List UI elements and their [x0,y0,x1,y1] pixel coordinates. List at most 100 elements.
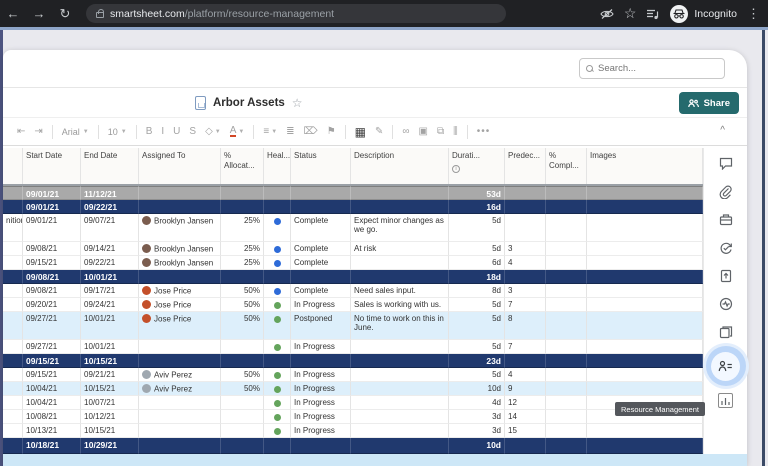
cell-start-date[interactable]: 10/13/21 [23,424,81,438]
cell-duration[interactable]: 18d [449,270,505,284]
cell-predecessor[interactable]: 7 [505,340,546,354]
update-requests-icon[interactable] [718,240,733,255]
cell-images[interactable] [587,382,703,396]
browser-menu-icon[interactable]: ⋮ [747,6,760,22]
cell-duration[interactable]: 10d [449,382,505,396]
column-header-status[interactable]: Status [291,148,351,184]
cell-start-date[interactable]: 10/08/21 [23,410,81,424]
cell-images[interactable] [587,368,703,382]
column-header-alloc[interactable]: % Allocat... [221,148,264,184]
cell-start-date[interactable]: 09/08/21 [23,284,81,298]
cell-end-date[interactable]: 10/15/21 [81,382,139,396]
address-bar[interactable]: smartsheet.com/platform/resource-managem… [86,4,506,23]
cell-task[interactable] [3,242,23,256]
cell-end-date[interactable]: 09/17/21 [81,284,139,298]
cell-start-date[interactable]: 10/18/21 [23,438,81,454]
collapse-toolbar-icon[interactable]: ^ [720,125,725,136]
font-family-select[interactable]: Arial▼ [62,127,89,137]
share-button[interactable]: Share [679,92,739,114]
cell-duration[interactable]: 8d [449,284,505,298]
fill-color-icon[interactable]: ◇▼ [205,126,221,137]
search-box[interactable] [579,58,725,79]
back-icon[interactable]: ← [0,6,26,21]
cell-task[interactable] [3,270,23,284]
insert-image-icon[interactable]: ▣ [419,126,428,137]
cell-end-date[interactable]: 09/22/21 [81,256,139,270]
cell-assigned-to[interactable] [139,340,221,354]
cell-percent-complete[interactable] [546,214,587,242]
cell-images[interactable] [587,256,703,270]
cell-assigned-to[interactable] [139,354,221,368]
forward-icon[interactable]: → [26,6,52,21]
column-header-task[interactable] [3,148,23,184]
cell-start-date[interactable]: 09/15/21 [23,256,81,270]
cell-allocation[interactable]: 50% [221,382,264,396]
cell-duration[interactable]: 6d [449,256,505,270]
cell-description[interactable]: Need sales input. [351,284,449,298]
cell-allocation[interactable] [221,270,264,284]
cell-percent-complete[interactable] [546,242,587,256]
cell-allocation[interactable]: 25% [221,242,264,256]
underline-button[interactable]: U [173,126,180,137]
cell-duration[interactable]: 10d [449,438,505,454]
cell-task[interactable] [3,410,23,424]
cell-images[interactable] [587,438,703,454]
cell-percent-complete[interactable] [546,368,587,382]
cell-task[interactable] [3,186,23,200]
cell-start-date[interactable]: 10/04/21 [23,396,81,410]
cell-end-date[interactable]: 10/07/21 [81,396,139,410]
column-header-assigned[interactable]: Assigned To [139,148,221,184]
cell-predecessor[interactable] [505,186,546,200]
cell-health[interactable] [264,270,291,284]
table-row[interactable]: 10/13/2110/15/21In Progress3d15 [3,424,703,438]
indent-icon[interactable]: ⇥ [34,126,42,137]
cell-assigned-to[interactable] [139,186,221,200]
cell-start-date[interactable]: 09/01/21 [23,200,81,214]
cell-predecessor[interactable]: 3 [505,284,546,298]
cell-percent-complete[interactable] [546,354,587,368]
grid-view-icon[interactable]: ▦ [355,125,366,139]
cell-health[interactable] [264,200,291,214]
cell-description[interactable]: No time to work on this in June. [351,312,449,340]
cell-assigned-to[interactable]: Aviv Perez [139,368,221,382]
cell-assigned-to[interactable]: Jose Price [139,298,221,312]
cell-assigned-to[interactable] [139,200,221,214]
cell-task[interactable] [3,340,23,354]
cell-percent-complete[interactable] [546,438,587,454]
cell-health[interactable] [264,214,291,242]
cell-task[interactable]: nition [3,214,23,242]
cell-end-date[interactable]: 09/24/21 [81,298,139,312]
cell-status[interactable] [291,200,351,214]
cell-health[interactable] [264,368,291,382]
cell-task[interactable] [3,438,23,454]
cell-predecessor[interactable]: 4 [505,256,546,270]
cell-allocation[interactable]: 50% [221,368,264,382]
table-row[interactable]: 10/18/2110/29/2110d [3,438,703,454]
cell-percent-complete[interactable] [546,396,587,410]
cell-status[interactable]: In Progress [291,424,351,438]
cell-end-date[interactable]: 09/21/21 [81,368,139,382]
cell-end-date[interactable]: 10/01/21 [81,270,139,284]
cell-percent-complete[interactable] [546,270,587,284]
cell-images[interactable] [587,284,703,298]
cell-status[interactable]: Complete [291,242,351,256]
cell-allocation[interactable] [221,438,264,454]
cell-task[interactable] [3,424,23,438]
cell-allocation[interactable] [221,354,264,368]
cell-assigned-to[interactable] [139,410,221,424]
cell-duration[interactable]: 23d [449,354,505,368]
cell-images[interactable] [587,200,703,214]
cell-start-date[interactable]: 09/15/21 [23,354,81,368]
cell-predecessor[interactable] [505,200,546,214]
cell-allocation[interactable] [221,200,264,214]
cell-duration[interactable]: 4d [449,396,505,410]
activity-log-icon[interactable] [718,296,733,311]
cell-status[interactable]: In Progress [291,368,351,382]
cell-start-date[interactable]: 09/27/21 [23,340,81,354]
comment-icon[interactable] [718,156,733,171]
table-row[interactable]: 09/20/2109/24/21Jose Price50%In Progress… [3,298,703,312]
cell-duration[interactable]: 5d [449,340,505,354]
cell-predecessor[interactable]: 8 [505,312,546,340]
search-input[interactable] [598,63,708,74]
cell-description[interactable]: Sales is working with us. [351,298,449,312]
